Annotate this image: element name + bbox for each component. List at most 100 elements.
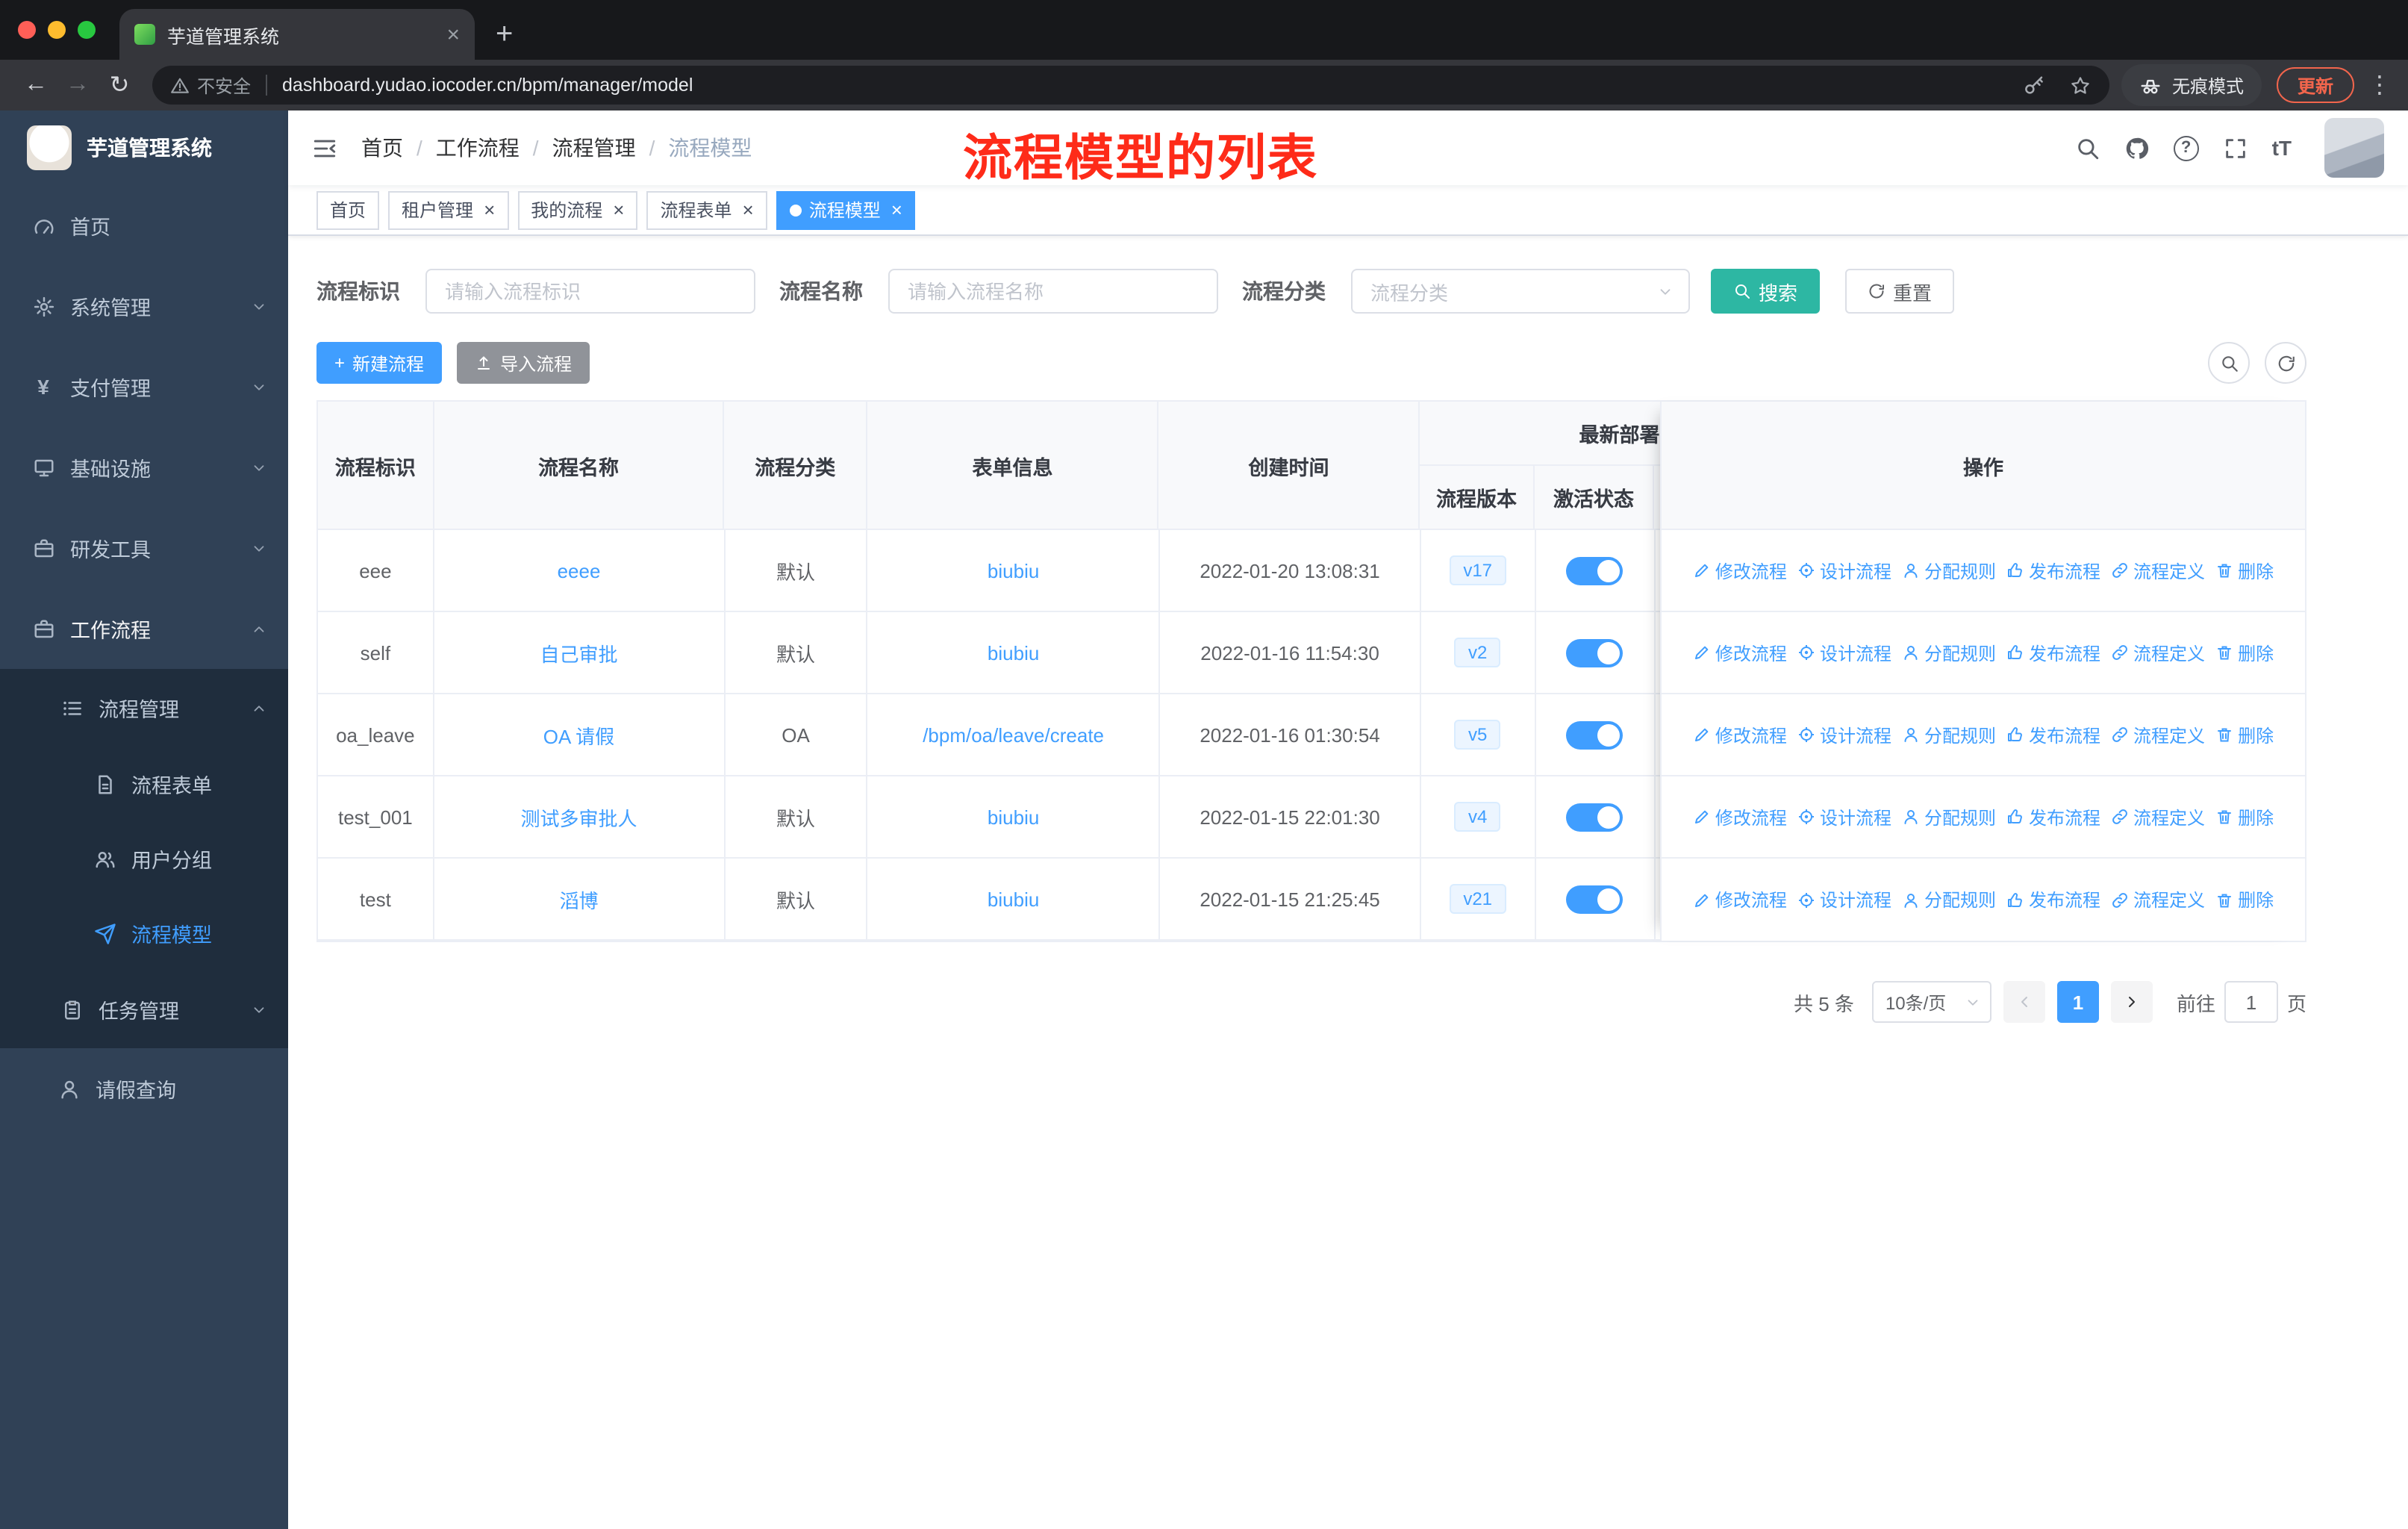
address-bar[interactable]: 不安全 dashboard.yudao.iocoder.cn/bpm/manag… [152, 66, 2109, 105]
bookmark-star-icon[interactable] [2069, 74, 2092, 96]
assign-rule-link[interactable]: 分配规则 [1902, 640, 1996, 665]
delete-link[interactable]: 删除 [2215, 558, 2274, 583]
edit-process-link[interactable]: 修改流程 [1693, 887, 1787, 912]
tag-close-icon[interactable]: × [743, 200, 754, 219]
goto-page-input[interactable] [2224, 981, 2278, 1023]
sidebar-item-process-model[interactable]: 流程模型 [0, 896, 288, 971]
password-key-icon[interactable] [2023, 74, 2045, 96]
prev-page-button[interactable] [2003, 981, 2045, 1023]
tag-my-process[interactable]: 我的流程 × [517, 190, 638, 229]
publish-process-link[interactable]: 发布流程 [2006, 558, 2100, 583]
process-definition-link[interactable]: 流程定义 [2111, 558, 2205, 583]
delete-link[interactable]: 删除 [2215, 640, 2274, 665]
browser-update-button[interactable]: 更新 [2276, 67, 2354, 103]
model-name-link[interactable]: OA 请假 [543, 720, 614, 749]
window-close-button[interactable] [18, 21, 36, 39]
model-name-link[interactable]: 测试多审批人 [520, 803, 637, 831]
create-process-button[interactable]: + 新建流程 [316, 342, 443, 384]
form-info-link[interactable]: /bpm/oa/leave/create [923, 723, 1104, 746]
active-toggle[interactable] [1566, 803, 1623, 831]
publish-process-link[interactable]: 发布流程 [2006, 887, 2100, 912]
sidebar-item-payment[interactable]: ¥ 支付管理 [0, 346, 288, 427]
browser-menu-button[interactable]: ⋮ [2366, 70, 2393, 100]
process-id-input[interactable] [425, 269, 755, 314]
assign-rule-link[interactable]: 分配规则 [1902, 722, 1996, 747]
app-logo-row[interactable]: 芋道管理系统 [0, 110, 288, 185]
breadcrumb-workflow[interactable]: 工作流程 [436, 133, 520, 163]
fullscreen-icon[interactable] [2223, 135, 2248, 161]
search-button[interactable]: 搜索 [1711, 269, 1821, 314]
edit-process-link[interactable]: 修改流程 [1693, 640, 1787, 665]
user-avatar[interactable] [2324, 118, 2384, 178]
tag-process-model[interactable]: 流程模型 × [776, 190, 916, 229]
page-1-button[interactable]: 1 [2056, 981, 2099, 1023]
design-process-link[interactable]: 设计流程 [1797, 722, 1891, 747]
sidebar-item-task-management[interactable]: 任务管理 [0, 971, 288, 1048]
next-page-button[interactable] [2110, 981, 2153, 1023]
tag-close-icon[interactable]: × [613, 200, 624, 219]
design-process-link[interactable]: 设计流程 [1797, 804, 1891, 829]
delete-link[interactable]: 删除 [2215, 887, 2274, 912]
reset-button[interactable]: 重置 [1845, 269, 1955, 314]
process-name-input[interactable] [888, 269, 1218, 314]
delete-link[interactable]: 删除 [2215, 804, 2274, 829]
toggle-search-button[interactable] [2208, 342, 2250, 384]
tag-close-icon[interactable]: × [891, 200, 902, 219]
tab-close-button[interactable]: × [446, 23, 460, 46]
sidebar-item-process-management[interactable]: 流程管理 [0, 669, 288, 747]
refresh-table-button[interactable] [2265, 342, 2306, 384]
new-tab-button[interactable]: + [496, 19, 513, 49]
sidebar-item-system[interactable]: 系统管理 [0, 266, 288, 346]
delete-link[interactable]: 删除 [2215, 722, 2274, 747]
process-definition-link[interactable]: 流程定义 [2111, 887, 2205, 912]
assign-rule-link[interactable]: 分配规则 [1902, 804, 1996, 829]
sidebar-item-infrastructure[interactable]: 基础设施 [0, 427, 288, 508]
assign-rule-link[interactable]: 分配规则 [1902, 887, 1996, 912]
sidebar-item-process-form[interactable]: 流程表单 [0, 747, 288, 821]
design-process-link[interactable]: 设计流程 [1797, 887, 1891, 912]
assign-rule-link[interactable]: 分配规则 [1902, 558, 1996, 583]
reload-button[interactable]: ↻ [99, 70, 140, 100]
back-button[interactable]: ← [15, 72, 57, 99]
tag-home[interactable]: 首页 [316, 190, 380, 229]
sidebar-toggle-button[interactable] [312, 135, 337, 161]
process-definition-link[interactable]: 流程定义 [2111, 640, 2205, 665]
window-zoom-button[interactable] [78, 21, 96, 39]
github-icon[interactable] [2124, 135, 2150, 161]
font-size-icon[interactable]: tT [2272, 136, 2292, 160]
forward-button[interactable]: → [57, 72, 99, 99]
active-toggle[interactable] [1566, 885, 1623, 913]
design-process-link[interactable]: 设计流程 [1797, 558, 1891, 583]
window-minimize-button[interactable] [48, 21, 66, 39]
active-toggle[interactable] [1566, 556, 1623, 585]
publish-process-link[interactable]: 发布流程 [2006, 804, 2100, 829]
import-process-button[interactable]: 导入流程 [457, 342, 590, 384]
form-info-link[interactable]: biubiu [988, 559, 1039, 582]
breadcrumb-process-management[interactable]: 流程管理 [552, 133, 636, 163]
process-definition-link[interactable]: 流程定义 [2111, 804, 2205, 829]
sidebar-item-home[interactable]: 首页 [0, 185, 288, 266]
process-category-select[interactable]: 流程分类 [1351, 269, 1690, 314]
sidebar-item-user-group[interactable]: 用户分组 [0, 821, 288, 896]
security-chip[interactable]: 不安全 [170, 72, 251, 98]
publish-process-link[interactable]: 发布流程 [2006, 722, 2100, 747]
sidebar-item-leave-query[interactable]: 请假查询 [0, 1048, 288, 1129]
sidebar-item-devtools[interactable]: 研发工具 [0, 508, 288, 588]
tag-close-icon[interactable]: × [484, 200, 495, 219]
edit-process-link[interactable]: 修改流程 [1693, 722, 1787, 747]
model-name-link[interactable]: 自己审批 [540, 638, 617, 667]
browser-tab[interactable]: 芋道管理系统 × [119, 9, 475, 60]
model-name-link[interactable]: 滔博 [559, 885, 598, 913]
process-definition-link[interactable]: 流程定义 [2111, 722, 2205, 747]
form-info-link[interactable]: biubiu [988, 806, 1039, 828]
model-name-link[interactable]: eeee [558, 559, 601, 582]
search-icon[interactable] [2075, 135, 2100, 161]
edit-process-link[interactable]: 修改流程 [1693, 558, 1787, 583]
page-size-select[interactable]: 10条/页 [1871, 981, 1991, 1023]
form-info-link[interactable]: biubiu [988, 888, 1039, 910]
design-process-link[interactable]: 设计流程 [1797, 640, 1891, 665]
active-toggle[interactable] [1566, 720, 1623, 749]
help-icon[interactable]: ? [2173, 135, 2199, 161]
tag-process-form[interactable]: 流程表单 × [646, 190, 767, 229]
active-toggle[interactable] [1566, 638, 1623, 667]
